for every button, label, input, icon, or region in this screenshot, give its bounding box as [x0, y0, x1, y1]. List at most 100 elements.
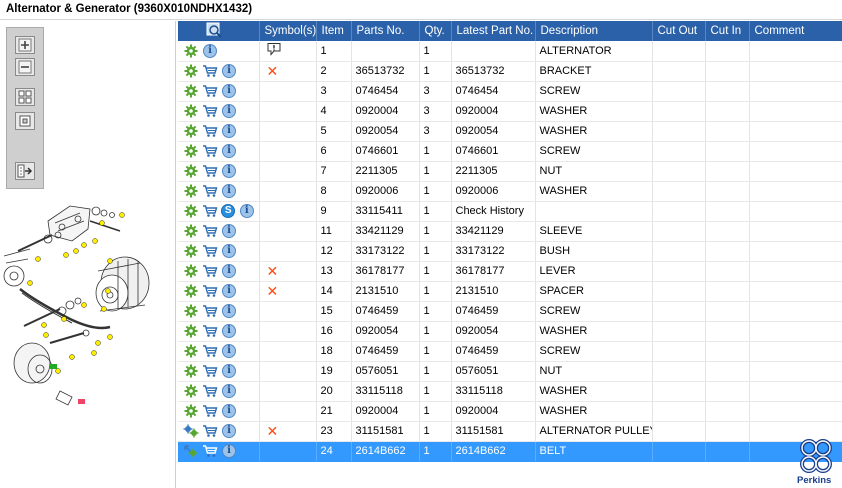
info-icon[interactable]: i	[221, 63, 237, 79]
cart-icon[interactable]	[202, 383, 218, 399]
zoom-in-button[interactable]	[15, 36, 35, 54]
column-header-item[interactable]: Item	[316, 21, 352, 41]
table-row[interactable]: i 6 0746601 1 0746601 SCREW	[178, 141, 842, 162]
gear-icon[interactable]	[183, 343, 199, 359]
gear-icon[interactable]	[183, 223, 199, 239]
cart-icon[interactable]	[202, 263, 218, 279]
table-row[interactable]: i 5 0920054 3 0920054 WASHER	[178, 121, 842, 142]
gears-icon[interactable]	[183, 423, 199, 439]
info-icon[interactable]: i	[221, 183, 237, 199]
column-header-cut-in[interactable]: Cut In	[705, 21, 750, 41]
cart-icon[interactable]	[202, 143, 218, 159]
column-header-comment[interactable]: Comment	[749, 21, 842, 41]
cart-icon[interactable]	[202, 343, 218, 359]
gear-icon[interactable]	[183, 403, 199, 419]
cart-icon[interactable]	[202, 183, 218, 199]
actual-size-button[interactable]	[15, 112, 35, 130]
info-icon[interactable]: i	[221, 423, 237, 439]
table-row[interactable]: i 1 1 ALTERNATOR	[178, 41, 842, 62]
table-row[interactable]: Si 9 33115411 1 Check History	[178, 201, 842, 222]
search-parts-icon[interactable]	[206, 22, 222, 38]
info-icon[interactable]: i	[221, 243, 237, 259]
info-icon[interactable]: i	[239, 203, 255, 219]
gear-icon[interactable]	[183, 203, 199, 219]
table-row[interactable]: i 16 0920054 1 0920054 WASHER	[178, 321, 842, 342]
table-row[interactable]: i 20 33115118 1 33115118 WASHER	[178, 381, 842, 402]
gear-icon[interactable]	[183, 363, 199, 379]
table-row[interactable]: i 11 33421129 1 33421129 SLEEVE	[178, 221, 842, 242]
cart-icon[interactable]	[202, 283, 218, 299]
cart-icon[interactable]	[202, 223, 218, 239]
gear-icon[interactable]	[183, 43, 199, 59]
cart-icon[interactable]	[202, 203, 218, 219]
zoom-out-button[interactable]	[15, 58, 35, 76]
table-row[interactable]: i 18 0746459 1 0746459 SCREW	[178, 341, 842, 362]
cart-icon[interactable]	[202, 63, 218, 79]
table-row[interactable]: i 3 0746454 3 0746454 SCREW	[178, 81, 842, 102]
gear-icon[interactable]	[183, 303, 199, 319]
exploded-parts-diagram[interactable]	[0, 201, 176, 421]
cart-icon[interactable]	[202, 323, 218, 339]
cart-icon[interactable]	[202, 443, 218, 459]
cart-icon[interactable]	[202, 163, 218, 179]
column-header-qty[interactable]: Qty.	[419, 21, 452, 41]
gear-icon[interactable]	[183, 103, 199, 119]
gear-icon[interactable]	[183, 263, 199, 279]
info-icon[interactable]: i	[221, 83, 237, 99]
table-row[interactable]: i 15 0746459 1 0746459 SCREW	[178, 301, 842, 322]
table-row[interactable]: i 8 0920006 1 0920006 WASHER	[178, 181, 842, 202]
gear-icon[interactable]	[183, 183, 199, 199]
column-header-parts-no[interactable]: Parts No.	[351, 21, 420, 41]
history-s-icon[interactable]: S	[221, 203, 237, 219]
info-icon[interactable]: i	[221, 323, 237, 339]
info-icon[interactable]: i	[221, 223, 237, 239]
note-bubble-icon[interactable]	[266, 42, 282, 57]
gear-icon[interactable]	[183, 163, 199, 179]
column-header-cut-out[interactable]: Cut Out	[652, 21, 706, 41]
info-icon[interactable]: i	[221, 443, 237, 459]
export-button[interactable]	[15, 162, 35, 180]
cart-icon[interactable]	[202, 403, 218, 419]
gear-icon[interactable]	[183, 123, 199, 139]
cart-icon[interactable]	[202, 123, 218, 139]
table-row[interactable]: i 24 2614B662 1 2614B662 BELT	[178, 441, 842, 462]
table-row[interactable]: i 19 0576051 1 0576051 NUT	[178, 361, 842, 382]
cart-icon[interactable]	[202, 83, 218, 99]
table-row[interactable]: i ✕ 14 2131510 1 2131510 SPACER	[178, 281, 842, 302]
info-icon[interactable]: i	[221, 263, 237, 279]
column-header-latest-part-no[interactable]: Latest Part No.	[451, 21, 536, 41]
cart-icon[interactable]	[202, 363, 218, 379]
table-row[interactable]: i 12 33173122 1 33173122 BUSH	[178, 241, 842, 262]
info-icon[interactable]: i	[221, 343, 237, 359]
gear-icon[interactable]	[183, 323, 199, 339]
info-icon[interactable]: i	[221, 363, 237, 379]
column-header-symbols[interactable]: Symbol(s)	[259, 21, 317, 41]
gear-icon[interactable]	[183, 383, 199, 399]
info-icon[interactable]: i	[221, 143, 237, 159]
gear-icon[interactable]	[183, 283, 199, 299]
table-row[interactable]: i 4 0920004 3 0920004 WASHER	[178, 101, 842, 122]
info-icon[interactable]: i	[221, 123, 237, 139]
cart-icon[interactable]	[202, 103, 218, 119]
gear-icon[interactable]	[183, 83, 199, 99]
info-icon[interactable]: i	[221, 103, 237, 119]
info-icon[interactable]: i	[221, 163, 237, 179]
cart-icon[interactable]	[202, 423, 218, 439]
gear-arrow-icon[interactable]	[183, 443, 199, 459]
info-icon[interactable]: i	[221, 383, 237, 399]
info-icon[interactable]: i	[221, 303, 237, 319]
table-row[interactable]: i ✕ 13 36178177 1 36178177 LEVER	[178, 261, 842, 282]
table-row[interactable]: i 7 2211305 1 2211305 NUT	[178, 161, 842, 182]
info-icon[interactable]: i	[221, 283, 237, 299]
cart-icon[interactable]	[202, 303, 218, 319]
gear-icon[interactable]	[183, 143, 199, 159]
table-row[interactable]: i 21 0920004 1 0920004 WASHER	[178, 401, 842, 422]
table-row[interactable]: i ✕ 2 36513732 1 36513732 BRACKET	[178, 61, 842, 82]
column-header-actions[interactable]	[178, 21, 260, 41]
info-icon[interactable]: i	[221, 403, 237, 419]
table-row[interactable]: i ✕ 23 31151581 1 31151581 ALTERNATOR PULLEY	[178, 421, 842, 442]
column-header-description[interactable]: Description	[535, 21, 653, 41]
gear-icon[interactable]	[183, 63, 199, 79]
cart-icon[interactable]	[202, 243, 218, 259]
gear-icon[interactable]	[183, 243, 199, 259]
